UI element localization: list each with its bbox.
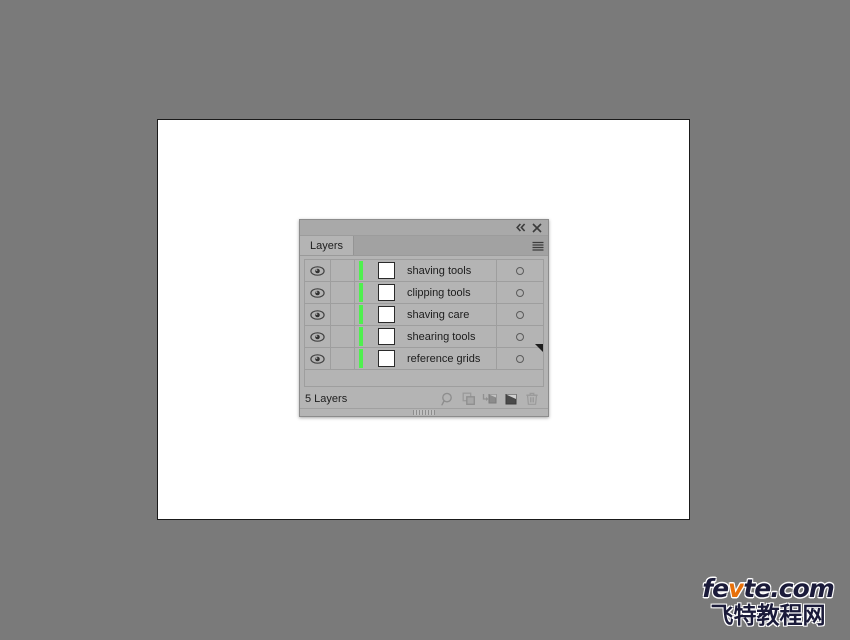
table-row[interactable]: shaving care bbox=[305, 304, 543, 326]
list-corner-marker-icon bbox=[535, 344, 543, 352]
eye-icon bbox=[310, 265, 325, 276]
tab-layers[interactable]: Layers bbox=[300, 236, 355, 255]
create-new-sublayer-button[interactable] bbox=[479, 390, 500, 407]
layer-name[interactable]: clipping tools bbox=[405, 282, 497, 303]
layer-lock-toggle[interactable] bbox=[331, 282, 355, 303]
make-clipping-mask-button[interactable] bbox=[458, 390, 479, 407]
eye-icon bbox=[310, 287, 325, 298]
layer-visibility-toggle[interactable] bbox=[305, 260, 331, 281]
create-new-layer-button[interactable] bbox=[500, 390, 521, 407]
target-circle-icon bbox=[516, 354, 524, 363]
table-row[interactable]: reference grids bbox=[305, 348, 543, 370]
layer-lock-toggle[interactable] bbox=[331, 326, 355, 347]
close-icon[interactable] bbox=[530, 221, 544, 234]
overlapping-squares-icon bbox=[462, 392, 475, 405]
layer-count-label: 5 Layers bbox=[305, 392, 348, 405]
watermark: fevte.com 飞特教程网 bbox=[688, 576, 848, 632]
new-sublayer-icon bbox=[482, 393, 497, 403]
panel-resize-grip[interactable] bbox=[300, 408, 548, 416]
layer-thumbnail[interactable] bbox=[367, 304, 405, 325]
layer-thumbnail[interactable] bbox=[367, 326, 405, 347]
panel-footer: 5 Layers bbox=[300, 389, 548, 408]
delete-selection-button[interactable] bbox=[521, 390, 542, 407]
layer-color-strip bbox=[355, 326, 367, 347]
table-row[interactable]: clipping tools bbox=[305, 282, 543, 304]
layer-visibility-toggle[interactable] bbox=[305, 326, 331, 347]
layer-name[interactable]: reference grids bbox=[405, 348, 497, 369]
eye-icon bbox=[310, 309, 325, 320]
locate-object-button[interactable] bbox=[437, 390, 458, 407]
layer-color-strip bbox=[355, 260, 367, 281]
layer-target-toggle[interactable] bbox=[497, 304, 543, 325]
watermark-line1-accent: v bbox=[728, 574, 744, 603]
layer-visibility-toggle[interactable] bbox=[305, 348, 331, 369]
tabstrip-spacer bbox=[354, 236, 528, 255]
watermark-line1: fevte.com bbox=[688, 576, 848, 602]
target-circle-icon bbox=[516, 310, 524, 319]
hamburger-menu-icon[interactable] bbox=[528, 236, 548, 255]
tab-layers-label: Layers bbox=[310, 239, 344, 252]
layer-name[interactable]: shearing tools bbox=[405, 326, 497, 347]
layer-lock-toggle[interactable] bbox=[331, 304, 355, 325]
layer-visibility-toggle[interactable] bbox=[305, 282, 331, 303]
watermark-line2: 飞特教程网 bbox=[710, 603, 826, 629]
layer-lock-toggle[interactable] bbox=[331, 348, 355, 369]
table-row[interactable]: shaving tools bbox=[305, 260, 543, 282]
panel-tabstrip[interactable]: Layers bbox=[300, 236, 548, 256]
layer-visibility-toggle[interactable] bbox=[305, 304, 331, 325]
watermark-line1-post: te.com bbox=[743, 574, 834, 603]
target-circle-icon bbox=[516, 266, 524, 275]
panel-titlebar[interactable] bbox=[300, 220, 548, 236]
magnifier-icon bbox=[440, 392, 452, 405]
eye-icon bbox=[310, 331, 325, 342]
trash-icon bbox=[525, 392, 538, 405]
double-chevron-left-icon[interactable] bbox=[514, 221, 528, 234]
layer-lock-toggle[interactable] bbox=[331, 260, 355, 281]
layer-target-toggle[interactable] bbox=[497, 260, 543, 281]
layer-list[interactable]: shaving tools clipping tools shaving car… bbox=[304, 259, 544, 387]
layer-thumbnail[interactable] bbox=[367, 282, 405, 303]
watermark-line1-pre: fe bbox=[702, 574, 729, 603]
layer-color-strip bbox=[355, 348, 367, 369]
layer-target-toggle[interactable] bbox=[497, 282, 543, 303]
layer-thumbnail[interactable] bbox=[367, 260, 405, 281]
table-row[interactable]: shearing tools bbox=[305, 326, 543, 348]
layers-panel[interactable]: Layers shaving tools clipping tools shav… bbox=[299, 219, 549, 417]
target-circle-icon bbox=[516, 288, 524, 297]
layer-color-strip bbox=[355, 304, 367, 325]
resize-grip-icon bbox=[413, 410, 435, 415]
layer-thumbnail[interactable] bbox=[367, 348, 405, 369]
target-circle-icon bbox=[516, 332, 524, 341]
layer-color-strip bbox=[355, 282, 367, 303]
eye-icon bbox=[310, 353, 325, 364]
new-layer-icon bbox=[505, 393, 516, 404]
layer-name[interactable]: shaving tools bbox=[405, 260, 497, 281]
layer-name[interactable]: shaving care bbox=[405, 304, 497, 325]
